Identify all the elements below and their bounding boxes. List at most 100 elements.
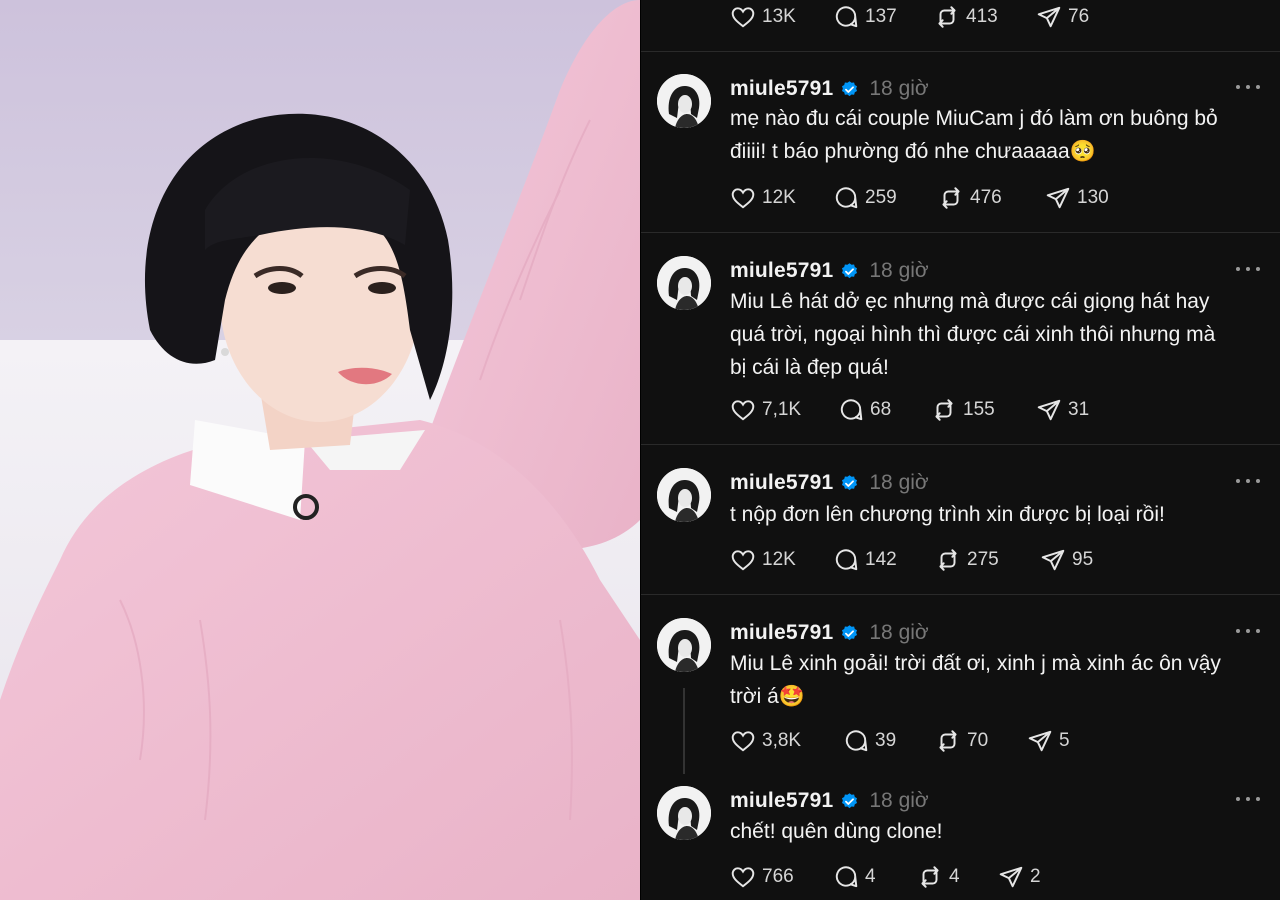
post-time: 18 giờ: [869, 77, 929, 100]
repost-button[interactable]: 155: [931, 395, 995, 425]
comment-icon: [835, 6, 858, 28]
send-icon: [1037, 6, 1061, 28]
username[interactable]: miule5791: [730, 471, 833, 495]
avatar[interactable]: [657, 256, 711, 310]
avatar-image: [657, 74, 711, 128]
thread-connector-line: [683, 688, 685, 774]
avatar[interactable]: [657, 468, 711, 522]
repost-icon: [935, 399, 953, 421]
like-button[interactable]: 766: [730, 862, 794, 892]
username[interactable]: miule5791: [730, 77, 833, 101]
avatar[interactable]: [657, 786, 711, 840]
share-button[interactable]: 2: [998, 862, 1041, 892]
repost-button[interactable]: 4: [917, 862, 960, 892]
like-button[interactable]: 12K: [730, 545, 796, 575]
post-text-line: trời á🤩: [730, 685, 805, 708]
divider: [641, 232, 1280, 233]
post-text-line: điiii! t báo phường đó nhe chưaaaaa🥺: [730, 140, 1096, 163]
like-count: 766: [762, 866, 794, 887]
avatar[interactable]: [657, 618, 711, 672]
comment-icon: [840, 399, 863, 421]
like-button[interactable]: 13K: [730, 2, 796, 32]
post-photo: [0, 0, 640, 900]
reply-button[interactable]: 68: [838, 395, 891, 425]
reply-button[interactable]: 39: [843, 726, 896, 756]
post-time: 18 giờ: [869, 259, 929, 282]
more-options-icon[interactable]: [1236, 262, 1260, 276]
verified-badge-icon: [842, 792, 858, 808]
comment-icon: [835, 549, 858, 571]
post-text: t nộp đơn lên chương trình xin được bị l…: [730, 498, 1270, 531]
post-text-line: Miu Lê hát dở ẹc nhưng mà được cái giọng…: [730, 290, 1210, 313]
heart-icon: [731, 867, 755, 888]
post-text-line: bị cái là đẹp quá!: [730, 356, 889, 379]
send-icon: [1046, 187, 1070, 209]
reply-count: 4: [865, 866, 876, 887]
reply-button[interactable]: 4: [833, 862, 876, 892]
repost-button[interactable]: 275: [935, 545, 999, 575]
share-button[interactable]: 130: [1045, 183, 1109, 213]
reply-button[interactable]: 142: [833, 545, 897, 575]
share-count: 95: [1072, 549, 1094, 570]
username[interactable]: miule5791: [730, 789, 833, 813]
share-count: 130: [1077, 187, 1109, 208]
repost-button[interactable]: 476: [938, 183, 1002, 213]
more-options-icon[interactable]: [1236, 474, 1260, 488]
post-actions: 3,8K 39 70 5: [730, 726, 1250, 756]
like-button[interactable]: 7,1K: [730, 395, 801, 425]
share-button[interactable]: 5: [1027, 726, 1070, 756]
reply-button[interactable]: 137: [833, 2, 897, 32]
share-button[interactable]: 31: [1036, 395, 1089, 425]
repost-icon: [939, 730, 957, 752]
avatar[interactable]: [657, 74, 711, 128]
repost-count: 155: [963, 399, 995, 420]
more-options-icon[interactable]: [1236, 624, 1260, 638]
reply-count: 137: [865, 6, 897, 27]
verified-badge-icon: [842, 80, 858, 96]
comment-icon: [845, 730, 868, 752]
post-text-line: quá trời, ngoại hình thì được cái xinh t…: [730, 323, 1216, 346]
reply-button[interactable]: 259: [833, 183, 897, 213]
more-options-icon[interactable]: [1236, 80, 1260, 94]
post-text: chết! quên dùng clone!: [730, 815, 1270, 848]
divider: [641, 51, 1280, 52]
like-count: 7,1K: [762, 399, 802, 420]
divider: [641, 594, 1280, 595]
post-time: 18 giờ: [869, 789, 929, 812]
repost-button[interactable]: 70: [935, 726, 988, 756]
share-count: 31: [1068, 399, 1090, 420]
share-button[interactable]: 95: [1040, 545, 1093, 575]
post-header: miule5791 18 giờ: [730, 786, 929, 816]
like-count: 12K: [762, 549, 796, 570]
post-time: 18 giờ: [869, 471, 929, 494]
post-actions: 766 4 4 2: [730, 862, 1250, 892]
post-text-line: t nộp đơn lên chương trình xin được bị l…: [730, 503, 1165, 526]
post-header: miule5791 18 giờ: [730, 618, 929, 648]
share-button[interactable]: 76: [1036, 2, 1089, 32]
like-count: 13K: [762, 6, 796, 27]
send-icon: [1028, 730, 1052, 752]
avatar-image: [657, 786, 711, 840]
reply-count: 259: [865, 187, 897, 208]
like-button[interactable]: 3,8K: [730, 726, 801, 756]
repost-icon: [938, 6, 956, 28]
repost-icon: [939, 549, 957, 571]
post-header: miule5791 18 giờ: [730, 468, 929, 498]
threads-feed[interactable]: 13K 137 413 76 miule5791 18 giờ mẹ nào đ…: [641, 0, 1280, 900]
more-options-icon[interactable]: [1236, 792, 1260, 806]
username[interactable]: miule5791: [730, 259, 833, 283]
post-text-line: Miu Lê xinh goải! trời đất ơi, xinh j mà…: [730, 652, 1221, 675]
verified-badge-icon: [842, 474, 858, 490]
repost-count: 4: [949, 866, 960, 887]
send-icon: [999, 866, 1023, 888]
reply-count: 68: [870, 399, 892, 420]
verified-badge-icon: [842, 624, 858, 640]
heart-icon: [731, 188, 755, 209]
username[interactable]: miule5791: [730, 621, 833, 645]
avatar-image: [657, 618, 711, 672]
like-button[interactable]: 12K: [730, 183, 796, 213]
repost-button[interactable]: 413: [934, 2, 998, 32]
heart-icon: [731, 731, 755, 752]
post-text: Miu Lê hát dở ẹc nhưng mà được cái giọng…: [730, 285, 1270, 384]
post-text-line: mẹ nào đu cái couple MiuCam j đó làm ơn …: [730, 107, 1218, 130]
